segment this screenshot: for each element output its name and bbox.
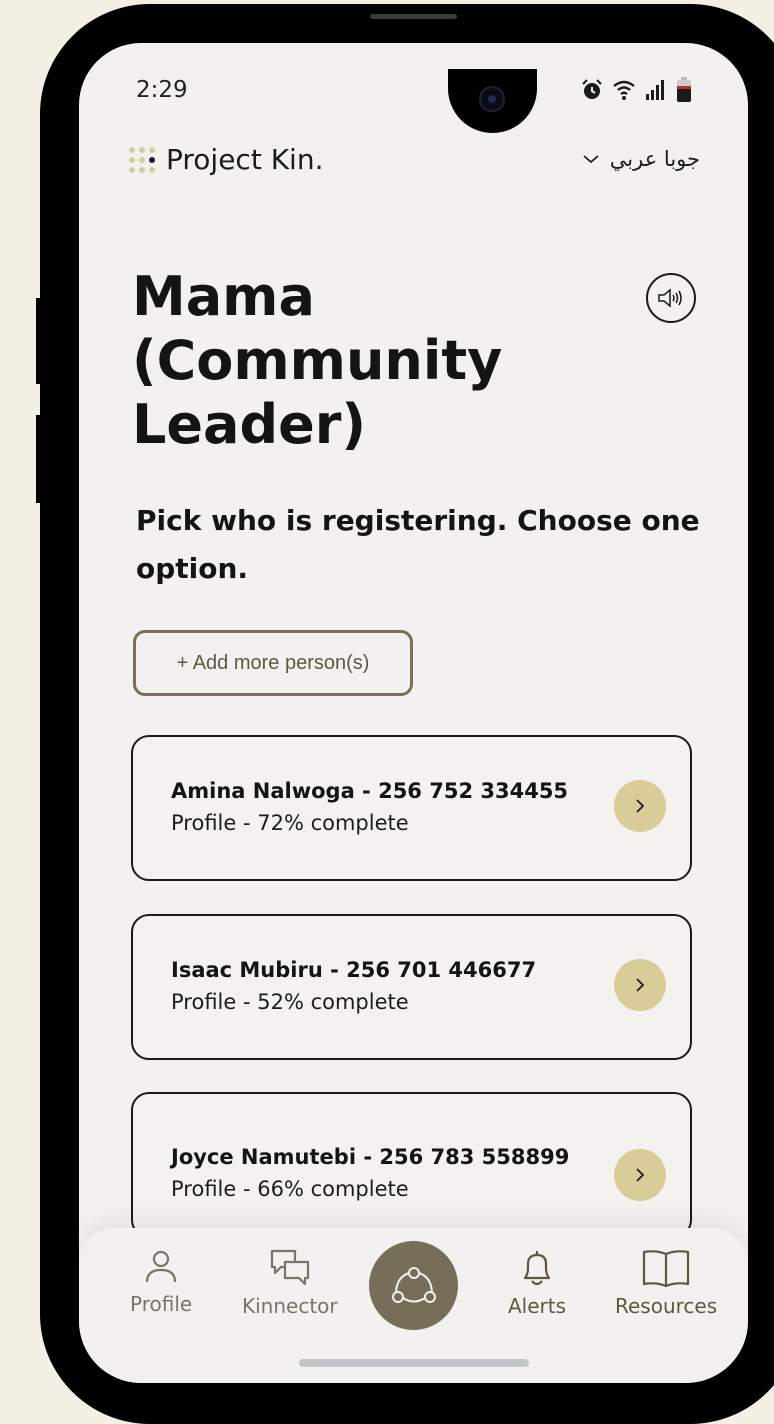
grid-logo-icon — [129, 146, 155, 173]
profile-status: Profile - 66% complete — [171, 1177, 409, 1201]
signal-icon — [644, 79, 668, 101]
brand-name: Project Kin. — [166, 143, 324, 176]
open-profile-button[interactable] — [614, 1149, 666, 1201]
nav-label: Profile — [130, 1292, 193, 1316]
profile-status: Profile - 52% complete — [171, 990, 409, 1014]
brand: Project Kin. — [128, 143, 324, 176]
instruction-text: Pick who is registering. Choose one opti… — [136, 504, 700, 585]
add-person-button[interactable]: + Add more person(s) — [133, 630, 413, 696]
home-indicator — [299, 1359, 529, 1367]
person-card[interactable]: Isaac Mubiru - 256 701 446677 Profile - … — [131, 914, 692, 1060]
front-camera — [479, 86, 505, 112]
person-icon — [145, 1250, 177, 1283]
battery-icon — [676, 77, 692, 103]
person-name: Joyce Namutebi - 256 783 558899 — [171, 1145, 570, 1169]
nav-kinnector[interactable]: Kinnector — [242, 1248, 338, 1318]
status-time: 2:29 — [136, 77, 188, 103]
earpiece-speaker — [370, 14, 457, 19]
nav-label: Alerts — [508, 1294, 567, 1318]
network-icon — [391, 1266, 436, 1303]
bottom-nav: Profile Kinnector Alerts Resources — [79, 1228, 748, 1383]
nav-label: Kinnector — [242, 1294, 338, 1318]
nav-resources[interactable]: Resources — [615, 1248, 717, 1318]
chevron-right-icon — [636, 799, 645, 813]
language-selector[interactable]: جوبا عربي — [582, 147, 700, 171]
person-card[interactable]: Amina Nalwoga - 256 752 334455 Profile -… — [131, 735, 692, 881]
audio-button[interactable] — [646, 273, 696, 323]
chevron-down-icon — [583, 155, 599, 164]
wifi-icon — [612, 79, 636, 101]
book-icon — [642, 1250, 690, 1288]
phone-screen: 2:29 Project Kin. جوبا عربي Mama (Commun… — [79, 43, 748, 1383]
open-profile-button[interactable] — [614, 959, 666, 1011]
language-label: جوبا عربي — [609, 147, 700, 171]
profile-status: Profile - 72% complete — [171, 811, 409, 835]
volume-up-button — [36, 298, 46, 384]
speaker-icon — [658, 288, 682, 308]
nav-alerts[interactable]: Alerts — [508, 1248, 566, 1318]
alarm-icon — [580, 78, 604, 102]
bell-icon — [523, 1251, 551, 1286]
chevron-right-icon — [636, 1168, 645, 1182]
page-title: Mama (Community Leader) — [132, 265, 503, 456]
person-card[interactable]: Joyce Namutebi - 256 783 558899 Profile … — [131, 1092, 692, 1238]
chevron-right-icon — [636, 978, 645, 992]
person-name: Isaac Mubiru - 256 701 446677 — [171, 958, 537, 982]
open-profile-button[interactable] — [614, 780, 666, 832]
nav-profile[interactable]: Profile — [130, 1248, 192, 1316]
volume-down-button — [36, 415, 46, 503]
chat-bubbles-icon — [270, 1249, 309, 1286]
person-name: Amina Nalwoga - 256 752 334455 — [171, 779, 569, 803]
nav-label: Resources — [615, 1294, 718, 1318]
nav-home-button[interactable] — [369, 1241, 458, 1330]
status-icons — [580, 77, 692, 103]
